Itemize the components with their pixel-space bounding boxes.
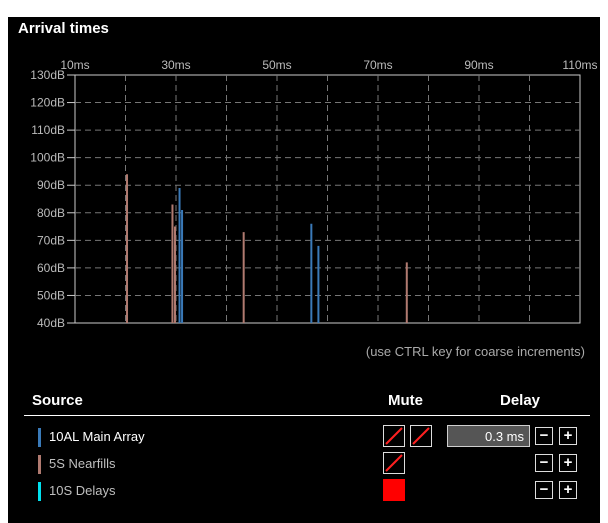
source-row: 10S Delays − +: [38, 479, 598, 503]
y-tick-label: 50dB: [37, 288, 65, 302]
y-tick-label: 70dB: [37, 233, 65, 247]
y-tick-label: 110dB: [31, 123, 65, 137]
delay-field[interactable]: 0.3 ms: [447, 425, 530, 447]
mute-slash-icon: [385, 427, 403, 445]
x-tick-label: 30ms: [161, 58, 190, 72]
x-tick-label: 70ms: [363, 58, 392, 72]
mute-slash-icon: [412, 427, 430, 445]
page-title-fragment: g: [202, 0, 215, 4]
y-tick-label: 40dB: [37, 316, 65, 330]
delay-decrease-button[interactable]: −: [535, 454, 553, 472]
source-name: 10AL Main Array: [49, 429, 145, 444]
delay-increase-button[interactable]: +: [559, 427, 577, 445]
source-name: 10S Delays: [49, 483, 116, 498]
coarse-increment-hint: (use CTRL key for coarse increments): [365, 344, 585, 359]
arrival-times-chart: 130dB120dB110dB100dB90dB80dB70dB60dB50dB…: [30, 58, 597, 330]
x-tick-label: 50ms: [262, 58, 291, 72]
mute-button[interactable]: [383, 479, 405, 501]
source-name: 5S Nearfills: [49, 456, 116, 471]
delay-column-header: Delay: [500, 392, 541, 409]
source-color-indicator: [38, 428, 41, 447]
source-color-indicator: [38, 455, 41, 474]
x-tick-label: 10ms: [60, 58, 89, 72]
mute-column-header: Mute: [388, 392, 423, 409]
mute-button[interactable]: [383, 425, 405, 447]
delay-increase-button[interactable]: +: [559, 481, 577, 499]
y-tick-label: 100dB: [30, 151, 65, 165]
y-tick-label: 120dB: [30, 96, 65, 110]
x-tick-label: 90ms: [464, 58, 493, 72]
source-row: 10AL Main Array 0.3 ms − +: [38, 425, 598, 449]
delay-decrease-button[interactable]: −: [535, 481, 553, 499]
delay-increase-button[interactable]: +: [559, 454, 577, 472]
header-divider: [24, 415, 590, 416]
y-tick-label: 80dB: [37, 206, 65, 220]
mute-button[interactable]: [410, 425, 432, 447]
y-tick-label: 90dB: [37, 178, 65, 192]
x-tick-label: 110ms: [562, 58, 597, 72]
delay-decrease-button[interactable]: −: [535, 427, 553, 445]
y-tick-label: 60dB: [37, 261, 65, 275]
mute-button[interactable]: [383, 452, 405, 474]
arrival-times-panel: Arrival times 130dB 120dB 110dB 100dB 90dB 80…: [8, 17, 600, 523]
mute-slash-icon: [385, 454, 403, 472]
source-row: 5S Nearfills − +: [38, 452, 598, 476]
source-column-header: Source: [32, 392, 83, 409]
source-color-indicator: [38, 482, 41, 501]
